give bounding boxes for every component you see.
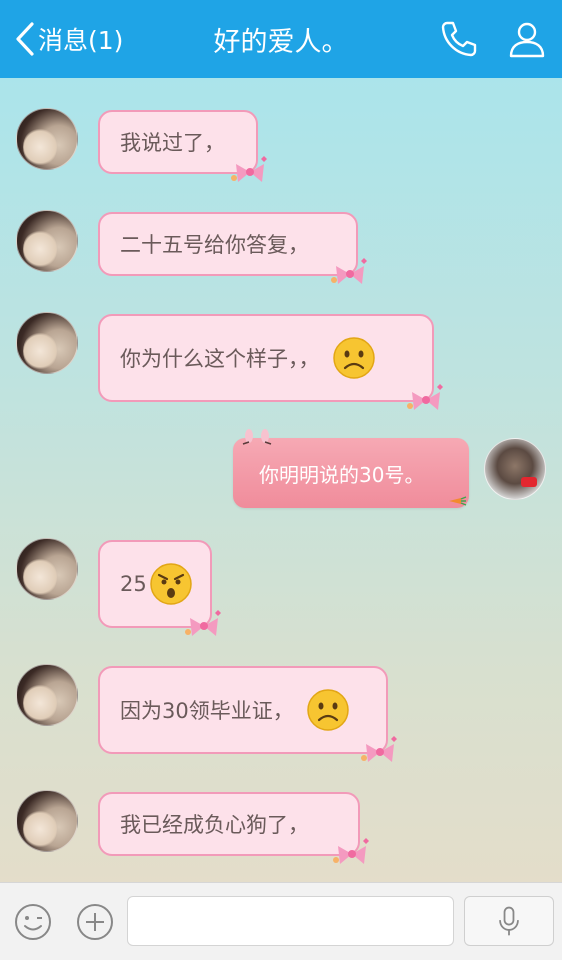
message-bubble[interactable]: 我说过了，	[98, 110, 267, 182]
bow-decoration-icon	[407, 384, 443, 410]
bow-decoration-icon	[331, 258, 367, 284]
voice-button[interactable]	[464, 896, 554, 946]
microphone-icon	[499, 906, 519, 936]
message-text: 二十五号给你答复，	[120, 233, 309, 257]
person-icon	[509, 22, 545, 58]
back-label: 消息(1)	[38, 26, 124, 55]
message-bubble[interactable]: 二十五号给你答复，	[98, 212, 367, 284]
contact-avatar[interactable]	[16, 210, 78, 272]
sad-face-emoji-icon	[332, 337, 375, 379]
message-text: 25	[120, 572, 147, 596]
emoji-icon	[15, 904, 51, 940]
chat-title: 好的爱人。	[213, 27, 349, 58]
message-bubble[interactable]: 因为30领毕业证，	[98, 666, 397, 762]
emoji-button[interactable]	[14, 903, 52, 941]
carrot-decoration-icon	[449, 496, 467, 506]
contact-avatar[interactable]	[16, 538, 78, 600]
composer-bar	[0, 882, 562, 960]
contact-avatar[interactable]	[16, 312, 78, 374]
contact-avatar[interactable]	[16, 664, 78, 726]
message-text: 你明明说的30号。	[259, 462, 425, 487]
add-button[interactable]	[76, 903, 114, 941]
title-bar: 消息(1) 好的爱人。	[0, 0, 562, 78]
message-text: 因为30领毕业证，	[120, 699, 294, 723]
contact-avatar[interactable]	[16, 108, 78, 170]
back-chevron-icon	[16, 22, 34, 56]
message-bubble[interactable]: 你为什么这个样子，，	[98, 314, 443, 410]
message-text: 我已经成负心狗了，	[120, 813, 309, 837]
my-avatar[interactable]	[484, 438, 546, 500]
bow-decoration-icon	[361, 736, 397, 762]
message-text: 你为什么这个样子，，	[120, 347, 320, 371]
sad-face-emoji-icon	[306, 689, 349, 731]
back-button[interactable]: 消息(1)	[12, 18, 123, 60]
message-text: 我说过了，	[120, 131, 225, 155]
message-bubble[interactable]: 25	[98, 540, 221, 636]
plus-icon	[77, 904, 113, 940]
call-button[interactable]	[438, 18, 480, 60]
shocked-face-emoji-icon	[149, 563, 192, 605]
contact-avatar[interactable]	[16, 790, 78, 852]
bow-decoration-icon	[231, 156, 267, 182]
phone-icon	[441, 21, 477, 57]
profile-button[interactable]	[506, 18, 548, 60]
bunny-decoration-icon	[242, 429, 272, 445]
bow-decoration-icon	[185, 610, 221, 636]
my-message-bubble[interactable]: 你明明说的30号。	[233, 429, 469, 508]
bow-decoration-icon	[333, 838, 369, 864]
message-input[interactable]	[127, 896, 454, 946]
message-bubble[interactable]: 我已经成负心狗了，	[98, 792, 369, 864]
